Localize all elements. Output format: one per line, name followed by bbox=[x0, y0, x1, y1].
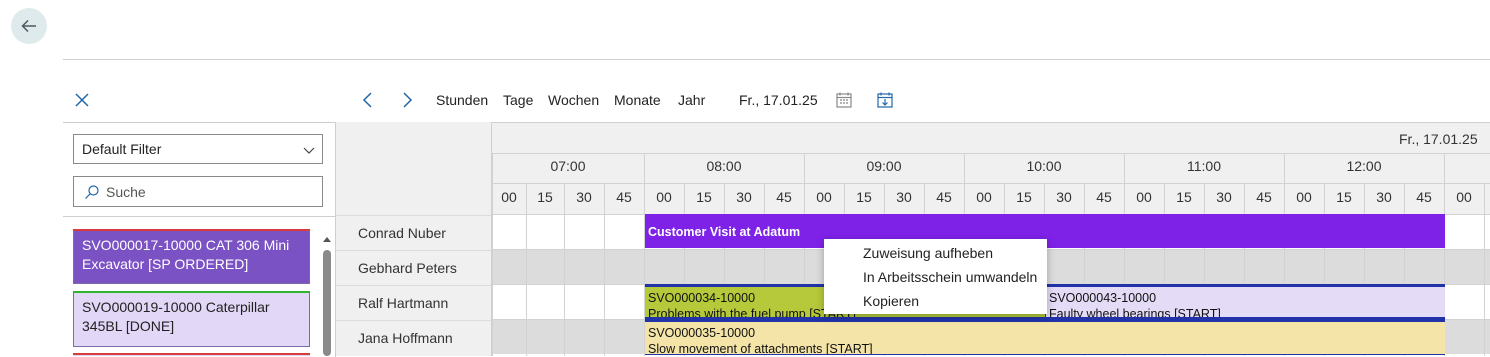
resource-row-label[interactable]: Jana Hoffmann bbox=[336, 320, 491, 355]
menu-item-copy[interactable]: Kopieren bbox=[863, 293, 919, 309]
grid-line bbox=[1484, 183, 1485, 356]
order-card-line1: SVO000017-10000 CAT 306 Mini bbox=[82, 237, 290, 253]
close-panel-button[interactable] bbox=[72, 90, 92, 110]
minute-label: 15 bbox=[1336, 189, 1352, 205]
close-icon bbox=[75, 93, 89, 107]
search-icon bbox=[85, 184, 99, 199]
current-date: Fr., 17.01.25 bbox=[739, 92, 818, 108]
minute-label: 30 bbox=[736, 189, 752, 205]
hour-label: 10:00 bbox=[1026, 158, 1062, 174]
chevron-down-icon bbox=[303, 147, 315, 154]
minute-label: 45 bbox=[616, 189, 632, 205]
minute-label: 30 bbox=[1216, 189, 1232, 205]
minute-label: 45 bbox=[936, 189, 952, 205]
appointment[interactable]: SVO000043-10000 Faulty wheel bearings [S… bbox=[1045, 284, 1445, 319]
minute-label: 45 bbox=[1256, 189, 1272, 205]
minute-label: 15 bbox=[1016, 189, 1032, 205]
chevron-left-icon bbox=[362, 92, 372, 108]
minute-label: 00 bbox=[816, 189, 832, 205]
minute-label: 45 bbox=[776, 189, 792, 205]
previous-button[interactable] bbox=[358, 90, 378, 110]
order-card[interactable]: SVO000019-10000 Caterpillar 345BL [DONE] bbox=[73, 291, 310, 347]
minute-label: 15 bbox=[537, 189, 553, 205]
minute-label: 15 bbox=[696, 189, 712, 205]
divider bbox=[63, 59, 1490, 60]
grid-line bbox=[526, 183, 527, 356]
order-card[interactable]: SVO000017-10000 CAT 306 Mini Excavator [… bbox=[73, 229, 310, 284]
order-card-line1: SVO000019-10000 Caterpillar bbox=[82, 299, 270, 315]
appointment-title: Customer Visit at Adatum bbox=[648, 225, 801, 239]
minute-label: 45 bbox=[1416, 189, 1432, 205]
hour-label: 09:00 bbox=[866, 158, 902, 174]
minute-label: 00 bbox=[656, 189, 672, 205]
grid-line bbox=[492, 183, 1490, 184]
resource-row-label[interactable]: Ralf Hartmann bbox=[336, 285, 491, 320]
minute-label: 15 bbox=[1176, 189, 1192, 205]
grid-line bbox=[604, 183, 605, 356]
appointment-title: SVO000043-10000 bbox=[1049, 291, 1157, 305]
back-button[interactable] bbox=[11, 8, 47, 44]
hour-label: 07:00 bbox=[550, 158, 586, 174]
grid-line bbox=[492, 153, 1490, 154]
hour-label: 11:00 bbox=[1187, 158, 1221, 174]
view-weeks-button[interactable]: Wochen bbox=[548, 92, 599, 108]
minute-label: 30 bbox=[1376, 189, 1392, 205]
arrow-left-icon bbox=[21, 19, 36, 33]
minute-label: 30 bbox=[576, 189, 592, 205]
calendar-today-icon bbox=[877, 92, 893, 108]
view-year-button[interactable]: Jahr bbox=[678, 92, 705, 108]
grid-line bbox=[564, 183, 565, 356]
context-menu: Zuweisung aufheben In Arbeitsschein umwa… bbox=[824, 239, 1047, 314]
view-hours-button[interactable]: Stunden bbox=[436, 92, 488, 108]
calendar-icon bbox=[836, 92, 852, 108]
resource-row-label[interactable]: Conrad Nuber bbox=[336, 215, 491, 250]
date-picker-button[interactable] bbox=[835, 91, 853, 109]
minute-label: 00 bbox=[1296, 189, 1312, 205]
minute-label: 00 bbox=[976, 189, 992, 205]
divider bbox=[63, 216, 335, 217]
hour-label: 08:00 bbox=[706, 158, 742, 174]
appointment[interactable]: SVO000035-10000 Slow movement of attachm… bbox=[645, 319, 1445, 355]
menu-item-convert[interactable]: In Arbeitsschein umwandeln bbox=[863, 269, 1037, 285]
today-button[interactable] bbox=[876, 91, 894, 109]
order-card-line2: Excavator [SP ORDERED] bbox=[82, 256, 249, 272]
resource-row-label[interactable]: Gebhard Peters bbox=[336, 250, 491, 285]
appointment-description: Slow movement of attachments [START] bbox=[648, 342, 873, 355]
appointment-title: SVO000035-10000 bbox=[648, 326, 756, 340]
minute-label: 00 bbox=[1456, 189, 1472, 205]
minute-label: 00 bbox=[501, 189, 517, 205]
next-button[interactable] bbox=[397, 90, 417, 110]
scrollbar-thumb[interactable] bbox=[323, 250, 331, 356]
search-placeholder: Suche bbox=[106, 183, 146, 200]
minute-label: 30 bbox=[896, 189, 912, 205]
filter-dropdown[interactable]: Default Filter bbox=[73, 134, 323, 164]
menu-item-unassign[interactable]: Zuweisung aufheben bbox=[863, 245, 993, 261]
view-months-button[interactable]: Monate bbox=[614, 92, 661, 108]
filter-value: Default Filter bbox=[82, 141, 162, 157]
appointment-description: Faulty wheel bearings [START] bbox=[1049, 307, 1221, 319]
hour-label: 12:00 bbox=[1346, 158, 1382, 174]
timeline-date: Fr., 17.01.25 bbox=[1399, 131, 1478, 147]
minute-label: 30 bbox=[1056, 189, 1072, 205]
chevron-right-icon bbox=[403, 92, 413, 108]
minute-label: 15 bbox=[856, 189, 872, 205]
view-days-button[interactable]: Tage bbox=[503, 92, 533, 108]
minute-label: 00 bbox=[1136, 189, 1152, 205]
order-card-line2: 345BL [DONE] bbox=[82, 318, 175, 334]
minute-label: 45 bbox=[1096, 189, 1112, 205]
scroll-up-icon bbox=[323, 237, 331, 242]
search-input[interactable]: Suche bbox=[73, 176, 323, 207]
